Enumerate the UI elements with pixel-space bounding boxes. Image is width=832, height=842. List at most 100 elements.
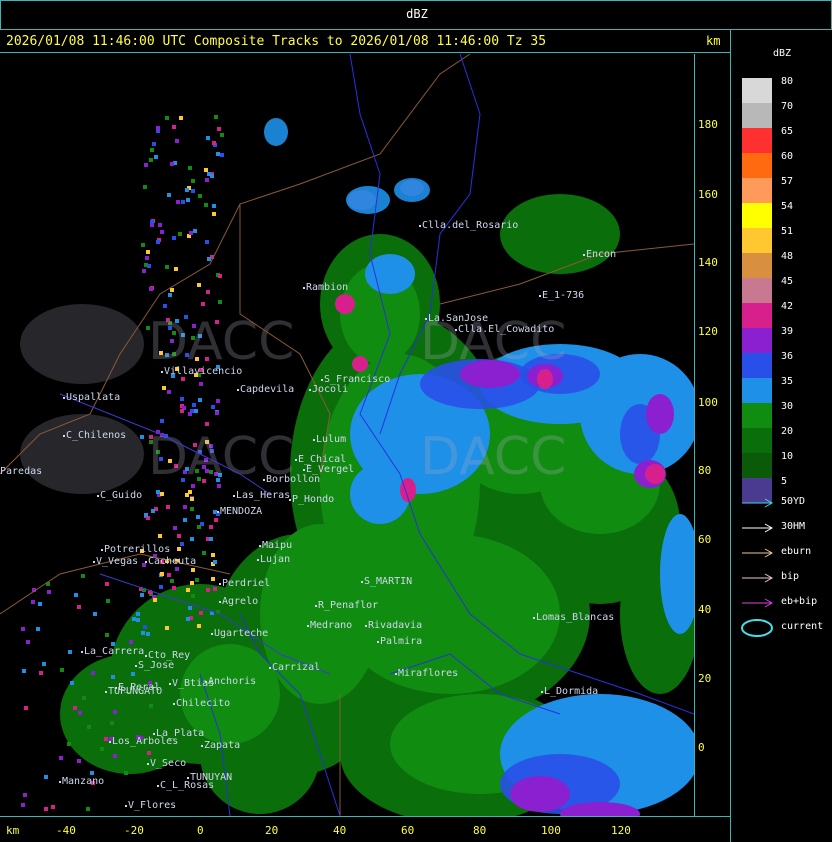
watermark-text-4: DACC [420, 427, 566, 487]
place-marker [63, 397, 65, 399]
place-marker [81, 651, 83, 653]
radar-pixel [183, 505, 187, 509]
place-label: La.SanJose [428, 313, 489, 324]
radar-pixel [158, 534, 162, 538]
radar-pixel [186, 588, 190, 592]
place-label: Rambion [306, 282, 349, 293]
radar-pixel [191, 179, 195, 183]
place-label: Medrano [310, 620, 353, 631]
y-tick-label: 120 [698, 325, 718, 338]
radar-pixel [179, 116, 183, 120]
radar-pixel [178, 232, 182, 236]
radar-pixel [165, 116, 169, 120]
x-tick-label: -20 [124, 824, 144, 837]
place-marker [169, 683, 171, 685]
radar-pixel [207, 257, 211, 261]
radar-pixel [93, 612, 97, 616]
radar-pixel [74, 593, 78, 597]
place-label: Anchoris [208, 676, 257, 687]
radar-pixel [190, 409, 194, 413]
place-marker [97, 495, 99, 497]
radar-echo [264, 118, 288, 146]
place-marker [125, 805, 127, 807]
radar-pixel [176, 200, 180, 204]
radar-pixel [140, 435, 144, 439]
radar-map[interactable]: DACC DACC DACC DACC Clla.del_Rosario Enco… [0, 54, 694, 816]
place-label: Villavicencio [164, 366, 243, 377]
place-label: C_Chilenos [66, 430, 127, 441]
place-marker [315, 605, 317, 607]
radar-pixel [150, 220, 154, 224]
radar-pixel [146, 250, 150, 254]
radar-pixel [197, 283, 201, 287]
radar-pixel [209, 537, 213, 541]
radar-pixel [110, 721, 114, 725]
radar-pixel [175, 139, 179, 143]
radar-pixel [124, 771, 128, 775]
radar-pixel [77, 759, 81, 763]
radar-pixel [47, 590, 51, 594]
radar-echo [335, 294, 355, 314]
radar-echo [365, 254, 415, 294]
place-label: Palmira [380, 636, 423, 647]
watermark-globe-2 [20, 414, 144, 494]
radar-pixel [204, 203, 208, 207]
place-label: Borbollon [266, 474, 321, 485]
radar-pixel [147, 264, 151, 268]
radar-pixel [143, 185, 147, 189]
place-marker [365, 625, 367, 627]
place-marker [173, 703, 175, 705]
radar-pixel [86, 807, 90, 811]
radar-pixel [170, 288, 174, 292]
place-label: TUNUYAN [190, 772, 233, 783]
radar-pixel [205, 178, 209, 182]
place-marker [455, 329, 457, 331]
place-label: V_Flores [128, 800, 177, 811]
radar-pixel [188, 606, 192, 610]
radar-pixel [212, 212, 216, 216]
radar-pixel [183, 518, 187, 522]
place-label: Miraflores [398, 668, 459, 679]
radar-pixel [192, 403, 196, 407]
place-label: S_Jose [138, 660, 175, 671]
radar-pixel [214, 518, 218, 522]
place-marker [109, 741, 111, 743]
radar-echo [346, 186, 390, 214]
radar-pixel [216, 399, 220, 403]
place-label: P_Hondo [292, 494, 335, 505]
legend-track-label: 30HM [781, 521, 806, 532]
radar-pixel [177, 534, 181, 538]
legend-panel: dBZ 80 70 65 60 57 54 51 48 45 42 39 36 35 30 20 10 5 50… [730, 30, 832, 842]
radar-pixel [104, 737, 108, 741]
unit-bottom: km [6, 824, 20, 837]
radar-pixel [90, 771, 94, 775]
place-label: Jocoli [312, 384, 349, 395]
place-label: Manzano [62, 776, 105, 787]
place-label: Perdriel [222, 578, 271, 589]
right-axis-line [694, 54, 695, 816]
place-label: Lulum [316, 434, 347, 445]
radar-pixel [170, 579, 174, 583]
radar-pixel [174, 267, 178, 271]
radar-pixel [215, 411, 219, 415]
legend-track-label: current [781, 621, 824, 632]
radar-pixel [212, 204, 216, 208]
place-marker [303, 287, 305, 289]
radar-pixel [180, 409, 184, 413]
y-tick-label: 20 [698, 672, 712, 685]
radar-pixel [163, 304, 167, 308]
place-label: Zapata [204, 740, 241, 751]
radar-pixel [167, 573, 171, 577]
header-text: 2026/01/08 11:46:00 UTC Composite Tracks… [6, 34, 547, 49]
radar-pixel [162, 386, 166, 390]
place-marker [157, 785, 159, 787]
radar-pixel [205, 240, 209, 244]
place-marker [219, 601, 221, 603]
radar-pixel [206, 136, 210, 140]
place-label: Agrelo [222, 596, 259, 607]
place-marker [361, 581, 363, 583]
place-label: S_MARTIN [364, 576, 413, 587]
radar-pixel [160, 230, 164, 234]
radar-pixel [42, 662, 46, 666]
place-marker [263, 479, 265, 481]
